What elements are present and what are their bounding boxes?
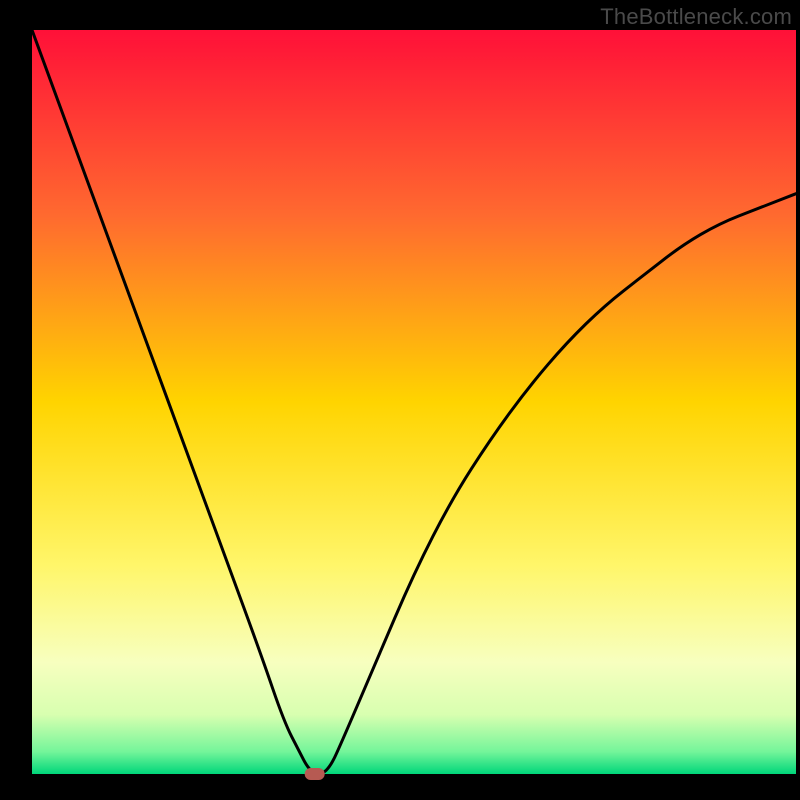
watermark-label: TheBottleneck.com bbox=[600, 4, 792, 30]
minimum-marker bbox=[305, 768, 325, 780]
chart-container: TheBottleneck.com bbox=[0, 0, 800, 800]
plot-background bbox=[32, 30, 796, 774]
bottleneck-chart bbox=[0, 0, 800, 800]
